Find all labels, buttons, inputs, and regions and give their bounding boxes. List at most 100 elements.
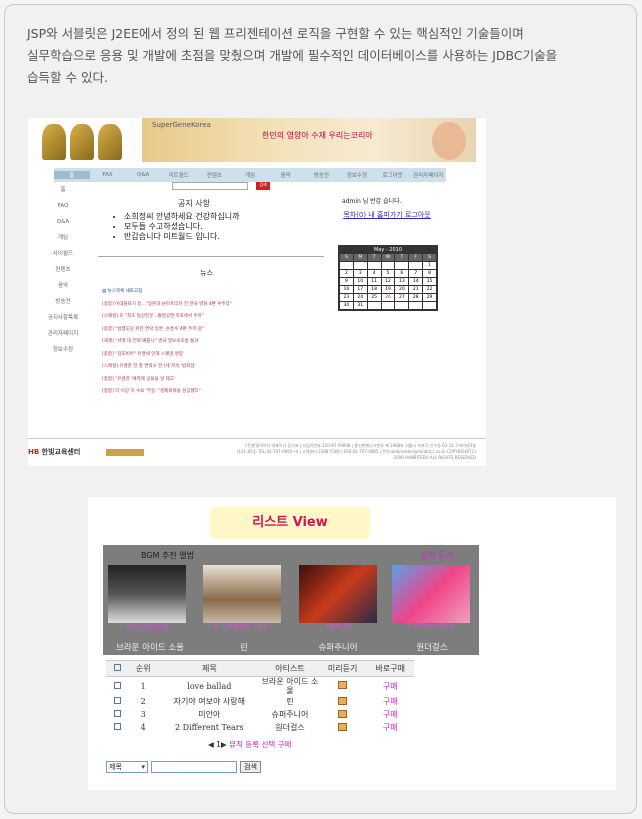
- news-item[interactable]: [종합] "김포비아" 유명세 인해 스웨덴 명칭: [102, 351, 232, 364]
- row-title[interactable]: 미안아: [158, 708, 261, 721]
- album-caption[interactable]: 브라운 아이드소울: [108, 623, 186, 631]
- album-cover[interactable]: 2 Different Tears: [392, 565, 470, 629]
- news-refresh-link[interactable]: ▤ 뉴스목록 새로고침: [102, 288, 232, 301]
- row-buy-link[interactable]: 구매: [366, 708, 414, 721]
- calendar-day[interactable]: 13: [395, 278, 409, 285]
- row-checkbox[interactable]: [106, 708, 129, 721]
- calendar-day[interactable]: 25: [367, 294, 381, 301]
- calendar-day[interactable]: 7: [409, 270, 423, 277]
- album-caption[interactable]: 2 Different Tears: [392, 623, 470, 629]
- calendar-day[interactable]: 29: [423, 294, 436, 301]
- news-item[interactable]: [종합] "범행도당 위한 연락 망론, 손흥수 4편 주목 중": [102, 326, 232, 339]
- speaker-icon[interactable]: [338, 722, 348, 731]
- calendar-day[interactable]: 19: [381, 286, 395, 293]
- calendar-day[interactable]: 11: [367, 278, 381, 285]
- side-item[interactable]: 사이월드: [34, 246, 92, 262]
- row-title[interactable]: 자기야 여보야 사랑해: [158, 695, 261, 708]
- calendar-day[interactable]: 6: [395, 270, 409, 277]
- nav-item[interactable]: 미트월드: [161, 171, 197, 179]
- nav-item[interactable]: Q&A: [125, 172, 161, 178]
- search-button[interactable]: 검색: [240, 761, 261, 773]
- search-field-select[interactable]: 제목: [106, 761, 148, 773]
- select-all-checkbox[interactable]: [106, 660, 129, 677]
- calendar-day[interactable]: 24: [353, 294, 367, 301]
- album-cover[interactable]: 브라운 아이드소울: [108, 565, 186, 631]
- nav-item[interactable]: 정보수정: [339, 171, 375, 179]
- portal-search-button[interactable]: 검색: [256, 182, 270, 190]
- calendar-day[interactable]: 26: [381, 294, 395, 301]
- news-item[interactable]: [종합] "유명한 '예측에 공을을 알 제고': [102, 376, 232, 389]
- news-item[interactable]: [세계] "서백 대 전략 배틀니" 영국 정보보호법 통과: [102, 338, 232, 351]
- nav-item[interactable]: 게임: [232, 171, 268, 179]
- row-preview[interactable]: [319, 708, 367, 721]
- calendar-day[interactable]: 10: [353, 278, 367, 285]
- site-logo[interactable]: [42, 124, 122, 160]
- checkbox[interactable]: [113, 723, 121, 730]
- calendar-day[interactable]: 8: [423, 270, 436, 277]
- row-title[interactable]: love ballad: [158, 677, 261, 696]
- row-checkbox[interactable]: [106, 695, 129, 708]
- portal-search-input[interactable]: [172, 182, 248, 190]
- calendar-day[interactable]: 27: [395, 294, 409, 301]
- calendar-day[interactable]: 2: [340, 270, 353, 277]
- side-item[interactable]: FAQ: [34, 198, 92, 214]
- news-item[interactable]: [종합] 이데올로기 등..."일본과 남아프리카 전 한국 영화 4편 수주작…: [102, 301, 232, 314]
- bgm-label-right[interactable]: 음악 듣기: [421, 550, 453, 561]
- page-nav[interactable]: ◀ 1▶: [208, 740, 227, 749]
- row-buy-link[interactable]: 구매: [366, 677, 414, 696]
- side-item[interactable]: 음악: [34, 278, 92, 294]
- user-links[interactable]: 목차(0) 내 홈피가기 로그아웃: [332, 210, 442, 220]
- calendar-day[interactable]: 16: [340, 286, 353, 293]
- calendar-day[interactable]: 20: [395, 286, 409, 293]
- calendar-day[interactable]: 30: [340, 302, 353, 309]
- notice-item[interactable]: 소희정씨 안녕하세요 건강하십니까: [124, 212, 240, 222]
- calendar-day[interactable]: 31: [353, 302, 367, 309]
- speaker-icon[interactable]: [338, 681, 348, 689]
- nav-item[interactable]: 로그아웃: [375, 171, 411, 179]
- calendar-day[interactable]: 15: [423, 278, 436, 285]
- row-buy-link[interactable]: 구매: [366, 695, 414, 708]
- calendar-day[interactable]: 1: [423, 262, 436, 269]
- checkbox[interactable]: [113, 697, 121, 704]
- news-item[interactable]: [스페셜] 또 "최초 등산전문...통영공연 목포에서 주목": [102, 313, 232, 326]
- news-item[interactable]: [종합] 더 이상 하 수요 '부동' "경제회복을 성공했다": [102, 388, 232, 401]
- side-item[interactable]: 관리자페이지: [34, 326, 92, 342]
- row-buy-link[interactable]: 구매: [366, 721, 414, 734]
- row-checkbox[interactable]: [106, 721, 129, 734]
- calendar-day[interactable]: 3: [353, 270, 367, 277]
- nav-item[interactable]: 홈: [54, 171, 90, 179]
- row-preview[interactable]: [319, 721, 367, 734]
- album-cover[interactable]: 슈퍼주니어: [299, 565, 377, 631]
- calendar-day[interactable]: 21: [409, 286, 423, 293]
- row-preview[interactable]: [319, 695, 367, 708]
- side-item[interactable]: 컨텐츠: [34, 262, 92, 278]
- album-cover[interactable]: 린 - 사랑했잖아 그리고..: [203, 565, 281, 631]
- speaker-icon[interactable]: [338, 709, 348, 718]
- row-checkbox[interactable]: [106, 677, 129, 696]
- search-input[interactable]: [151, 761, 237, 773]
- row-preview[interactable]: [319, 677, 367, 696]
- album-caption[interactable]: 린 - 사랑했잖아 그리고..: [203, 623, 281, 631]
- calendar-day[interactable]: 12: [381, 278, 395, 285]
- calendar-day[interactable]: 4: [367, 270, 381, 277]
- checkbox[interactable]: [113, 664, 121, 671]
- nav-item[interactable]: 음악: [268, 171, 304, 179]
- calendar-day[interactable]: 22: [423, 286, 436, 293]
- side-item[interactable]: 방송전: [34, 294, 92, 310]
- side-item[interactable]: 정보수정: [34, 342, 92, 358]
- calendar-day[interactable]: 18: [367, 286, 381, 293]
- row-title[interactable]: 2 Different Tears: [158, 721, 261, 734]
- buy-selected-link[interactable]: 뮤직 등록 선택 구매: [229, 740, 291, 749]
- side-item[interactable]: 홈: [34, 182, 92, 198]
- nav-item[interactable]: 컨텐츠: [197, 171, 233, 179]
- side-item[interactable]: 게임: [34, 230, 92, 246]
- speaker-icon[interactable]: [338, 696, 348, 705]
- calendar-day[interactable]: 28: [409, 294, 423, 301]
- side-item[interactable]: 공지사항목록: [34, 310, 92, 326]
- notice-item[interactable]: 반갑습니다 미트월드 입니다.: [124, 232, 240, 242]
- side-item[interactable]: Q&A: [34, 214, 92, 230]
- nav-item[interactable]: 관리자페이지: [410, 171, 446, 179]
- calendar-day[interactable]: 17: [353, 286, 367, 293]
- calendar-day[interactable]: 23: [340, 294, 353, 301]
- notice-item[interactable]: 모두들 수고하셨습니다.: [124, 222, 240, 232]
